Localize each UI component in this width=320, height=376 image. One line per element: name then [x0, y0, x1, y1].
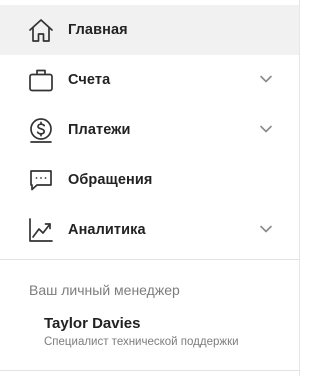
sidebar-item-accounts[interactable]: Счета — [0, 55, 299, 105]
manager-role: Специалист технической поддержки — [44, 336, 239, 348]
sidebar-item-payments[interactable]: Платежи — [0, 105, 299, 155]
sidebar: Главная Счета Платежи Обращения Аналитик… — [0, 0, 300, 376]
sidebar-item-label: Главная — [68, 22, 128, 38]
chart-icon — [28, 217, 54, 243]
sidebar-item-label: Аналитика — [68, 222, 146, 238]
sidebar-item-home[interactable]: Главная — [0, 5, 299, 55]
chevron-down-icon[interactable] — [259, 74, 273, 84]
home-icon — [28, 17, 54, 43]
chevron-down-icon[interactable] — [259, 124, 273, 134]
sidebar-item-requests[interactable]: Обращения — [0, 155, 299, 205]
personal-manager-card: Ваш личный менеджер Taylor Davies Специа… — [0, 260, 299, 374]
sidebar-item-label: Счета — [68, 72, 111, 88]
sidebar-nav: Главная Счета Платежи Обращения Аналитик… — [0, 0, 299, 255]
briefcase-icon — [28, 67, 54, 93]
manager-heading: Ваш личный менеджер — [29, 282, 180, 298]
sidebar-item-label: Обращения — [68, 172, 153, 188]
chevron-down-icon[interactable] — [259, 224, 273, 234]
divider — [0, 370, 300, 371]
manager-name[interactable]: Taylor Davies — [44, 315, 140, 332]
sidebar-item-analytics[interactable]: Аналитика — [0, 205, 299, 255]
dollar-coin-icon — [28, 117, 54, 143]
sidebar-item-label: Платежи — [68, 122, 131, 138]
chat-bubble-icon — [28, 167, 54, 193]
